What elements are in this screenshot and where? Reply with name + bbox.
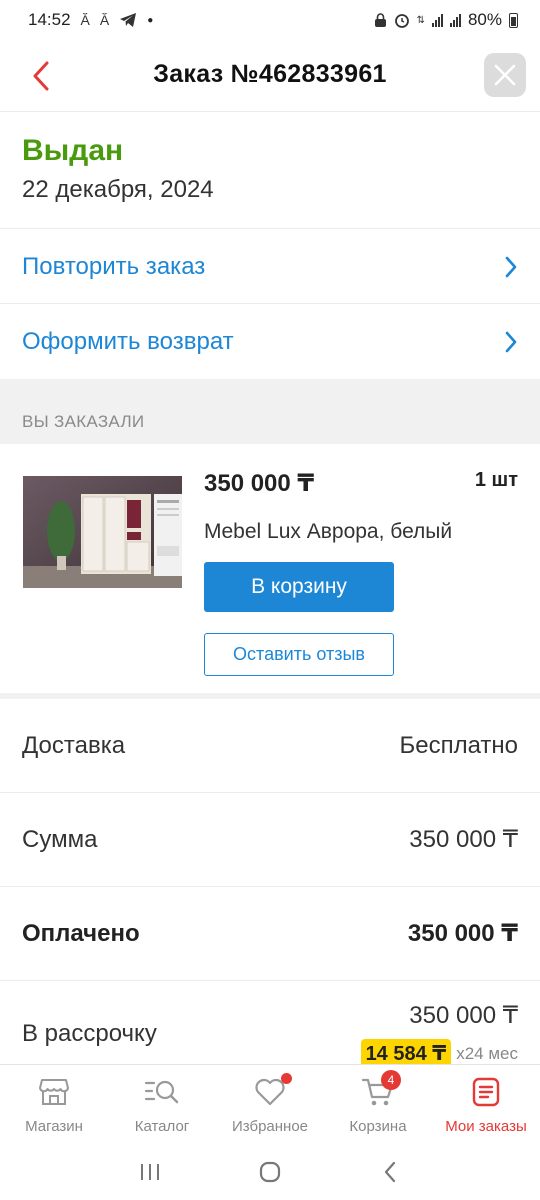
more-notifications-icon: ● [147,14,154,26]
installment-row: В рассрочку 350 000 ₸ 14 584 ₸ x24 мес [0,981,540,1068]
status-time: 14:52 [28,10,71,29]
nav-label: Мои заказы [445,1118,527,1135]
order-status-block: Выдан 22 декабря, 2024 [22,112,522,228]
home-button[interactable] [250,1152,290,1192]
delivery-label: Доставка [22,731,126,759]
paid-value: 350 000 ₸ [407,920,518,947]
leave-review-button[interactable]: Оставить отзыв [204,633,394,676]
product-quantity: 1 шт [474,469,518,491]
product-name[interactable]: Mebel Lux Аврора, белый [204,520,452,544]
installment-term: x24 мес [456,1043,518,1063]
nav-label: Магазин [25,1118,83,1135]
close-icon [494,64,516,86]
home-icon [259,1161,281,1183]
telegram-icon [120,13,137,27]
nav-item-favorites[interactable]: Избранное [216,1065,324,1144]
product-price: 350 000 ₸ [204,470,315,497]
heart-icon [255,1078,285,1106]
page-title: Заказ №462833961 [153,60,387,88]
sum-row: Сумма 350 000 ₸ [0,793,540,887]
signal-icon [431,13,443,27]
status-bar: 14:52 Ă Ă ● ⇅ 80% [0,0,540,40]
header: Заказ №462833961 [0,40,540,112]
wardrobe-photo [23,476,182,588]
close-button[interactable] [484,53,526,97]
product-card: 350 000 ₸ 1 шт Mebel Lux Аврора, белый В… [0,444,540,694]
notification-icon: Ă [99,12,110,28]
recent-apps-button[interactable] [130,1152,170,1192]
sum-label: Сумма [22,825,98,853]
delivery-row: Доставка Бесплатно [0,699,540,793]
order-status: Выдан [22,134,124,167]
paid-label: Оплачено [22,919,140,947]
alarm-icon [394,14,409,28]
section-title: ВЫ ЗАКАЗАЛИ [22,412,145,431]
recent-apps-icon [141,1164,159,1180]
nav-label: Каталог [134,1118,190,1135]
battery-level: 80% [467,10,502,29]
signal-icon [449,13,461,27]
add-to-cart-button[interactable]: В корзину [204,562,394,612]
system-back-button[interactable] [370,1152,410,1192]
chevron-right-icon [505,256,517,277]
system-nav-bar [0,1144,540,1200]
bottom-nav: Магазин Каталог Избранное 4 Корзина Мои … [0,1064,540,1144]
nav-item-my-orders[interactable]: Мои заказы [432,1065,540,1144]
product-image[interactable] [23,476,182,588]
nav-label: Избранное [231,1118,309,1135]
catalog-search-icon [144,1080,179,1104]
section-header: ВЫ ЗАКАЗАЛИ [0,379,540,444]
cart-count-badge: 4 [381,1070,401,1090]
installment-label: В рассрочку [22,1020,157,1047]
nav-label: Корзина [349,1118,407,1135]
sum-value: 350 000 ₸ [409,826,518,853]
delivery-value: Бесплатно [399,731,518,759]
nav-item-shop[interactable]: Магазин [0,1065,108,1144]
lock-icon [374,12,386,27]
return-order-label: Оформить возврат [22,327,234,355]
repeat-order-label: Повторить заказ [22,252,206,280]
installment-value: 350 000 ₸ [409,1002,518,1029]
repeat-order-row[interactable]: Повторить заказ [0,228,540,304]
network-icon: ⇅ [416,14,425,26]
order-date: 22 декабря, 2024 [22,176,214,203]
nav-item-cart[interactable]: 4 Корзина [324,1065,432,1144]
chevron-right-icon [505,331,517,352]
notification-icon: Ă [80,12,90,28]
notification-dot [281,1073,292,1084]
paid-row: Оплачено 350 000 ₸ [0,887,540,981]
battery-icon [509,12,518,28]
shop-icon [39,1079,69,1105]
orders-icon [472,1077,500,1107]
nav-item-catalog[interactable]: Каталог [108,1065,216,1144]
return-order-row[interactable]: Оформить возврат [0,303,540,379]
back-icon [384,1161,396,1183]
